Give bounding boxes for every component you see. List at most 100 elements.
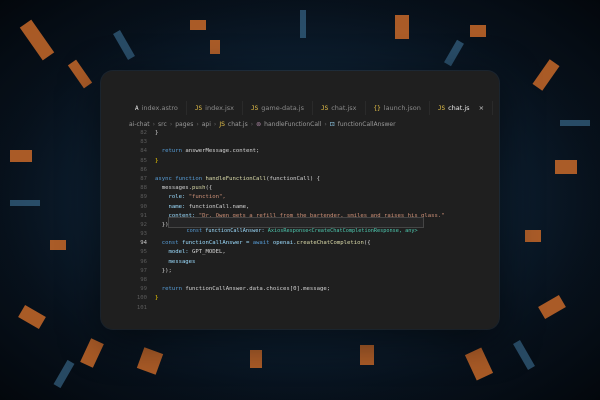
tab-chat-jsx[interactable]: JS chat.jsx xyxy=(313,101,366,115)
line-number: 94 xyxy=(140,240,147,247)
code-line: 94 const functionCallAnswer = await open… xyxy=(129,239,489,248)
code-token: push xyxy=(192,185,206,192)
code-token: createChatCompletion xyxy=(296,240,364,247)
code-token: handleFunctionCall xyxy=(205,175,267,182)
code-token: } xyxy=(155,295,159,302)
line-number: 84 xyxy=(140,148,147,155)
tab-label: index.astro xyxy=(141,104,178,112)
line-number: 95 xyxy=(140,249,147,256)
js-file-icon: JS xyxy=(320,104,329,112)
line-number: 92 xyxy=(140,221,147,228)
code-line: 83 xyxy=(129,138,489,147)
code-token: return xyxy=(155,286,186,293)
breadcrumb-item[interactable]: chat.js xyxy=(228,121,248,128)
tab-label: chat.jsx xyxy=(331,104,357,112)
line-number: 100 xyxy=(136,295,147,302)
tooltip-token: const xyxy=(186,228,206,234)
tab-bar: A index.astro JS index.jsx JS game-data.… xyxy=(127,101,499,115)
breadcrumb-item[interactable]: functionCallAnswer xyxy=(338,121,396,128)
code-token: await xyxy=(252,240,273,247)
js-file-icon: JS xyxy=(251,104,259,112)
code-token: } xyxy=(155,157,159,164)
code-line: 82} xyxy=(129,129,489,138)
breadcrumb-item[interactable]: handleFunctionCall xyxy=(264,121,321,128)
code-token: messages xyxy=(155,258,196,265)
chevron-right-icon: › xyxy=(152,120,156,128)
code-token: async function xyxy=(155,175,206,182)
breadcrumb: ai-chat › src › pages › api › JS chat.js › ⊚ … xyxy=(129,119,396,129)
code-token: ({ xyxy=(205,185,213,192)
code-token: role: xyxy=(155,194,189,201)
line-number: 88 xyxy=(140,185,147,192)
code-token: (functionCall) { xyxy=(266,175,321,182)
code-token: functionCallAnswer = xyxy=(181,240,253,247)
line-number: 101 xyxy=(136,304,147,311)
tooltip-token: AxiosResponse<CreateChatCompletionRespon… xyxy=(267,228,418,234)
js-file-icon: JS xyxy=(194,104,203,112)
code-line: 84 return answerMessage.content; xyxy=(129,147,489,156)
code-line: 85} xyxy=(129,157,489,166)
json-file-icon: {} xyxy=(373,104,381,112)
code-token: functionCall.name, xyxy=(188,203,250,210)
code-line: 86 xyxy=(129,166,489,175)
code-line: 96 messages xyxy=(129,258,489,267)
tab-launch-json[interactable]: {} launch.json xyxy=(366,101,430,115)
function-symbol-icon: ⊚ xyxy=(256,120,262,128)
code-line: 98 xyxy=(129,276,489,285)
tab-label: game-data.js xyxy=(261,104,304,112)
line-number: 82 xyxy=(140,130,147,136)
code-token: return xyxy=(161,148,186,155)
line-number: 86 xyxy=(140,166,147,173)
js-file-icon: JS xyxy=(437,104,446,112)
tab-chat-js[interactable]: JS chat.js × xyxy=(429,101,494,115)
breadcrumb-item[interactable]: src xyxy=(158,121,167,128)
code-line: 95 model: GPT_MODEL, xyxy=(129,248,489,257)
code-line: 101 xyxy=(129,304,489,313)
code-token: } xyxy=(155,130,159,136)
chevron-right-icon: › xyxy=(324,120,327,128)
code-token: functionCallAnswer.data.choices[0].messa… xyxy=(185,286,331,293)
line-number: 85 xyxy=(140,157,147,164)
chevron-right-icon: › xyxy=(250,120,254,128)
chevron-right-icon: › xyxy=(169,120,173,128)
code-token: }); xyxy=(155,267,172,274)
line-number: 99 xyxy=(140,286,147,293)
tab-label: launch.json xyxy=(383,104,421,112)
code-line: 100} xyxy=(129,294,489,303)
line-number: 98 xyxy=(140,277,147,283)
line-number: 93 xyxy=(140,231,147,238)
code-line: 87 async function handleFunctionCall (func… xyxy=(129,175,489,184)
hover-tooltip: const functionCallAnswer: AxiosResponse<… xyxy=(168,217,424,234)
breadcrumb-item[interactable]: pages xyxy=(175,121,193,128)
line-number: 89 xyxy=(140,194,147,201)
breadcrumb-item[interactable]: api xyxy=(202,121,211,128)
chevron-right-icon: › xyxy=(213,120,217,128)
variable-symbol-icon: ⊡ xyxy=(329,120,335,128)
close-icon[interactable]: × xyxy=(479,104,484,112)
line-number: 91 xyxy=(140,212,147,219)
line-number: 96 xyxy=(140,258,147,265)
code-token: openai. xyxy=(272,240,297,247)
tab-index-astro[interactable]: A index.astro xyxy=(127,101,187,115)
tab-game-data-js[interactable]: JS game-data.js xyxy=(243,101,313,115)
tab-label: index.jsx xyxy=(205,104,235,112)
code-token: messages. xyxy=(155,185,193,192)
tab-label: chat.js xyxy=(448,104,470,112)
code-token: name: xyxy=(155,203,189,210)
code-token: GPT_MODEL, xyxy=(192,249,226,256)
code-token: ({ xyxy=(363,240,371,247)
line-number: 87 xyxy=(140,175,147,182)
tooltip-token: functionCallAnswer: xyxy=(205,228,268,234)
code-token: "function", xyxy=(188,194,226,201)
code-token: model: xyxy=(155,249,193,256)
code-line: 88 messages. push({ xyxy=(129,184,489,193)
code-line: 97 }); xyxy=(129,267,489,276)
line-number: 90 xyxy=(140,203,147,210)
line-number: 83 xyxy=(140,139,147,146)
code-line: 89 role: "function", xyxy=(129,193,489,202)
breadcrumb-item[interactable]: ai-chat xyxy=(129,121,150,128)
tab-index-jsx[interactable]: JS index.jsx xyxy=(187,101,244,115)
chevron-right-icon: › xyxy=(196,120,199,128)
js-file-icon: JS xyxy=(219,120,225,128)
